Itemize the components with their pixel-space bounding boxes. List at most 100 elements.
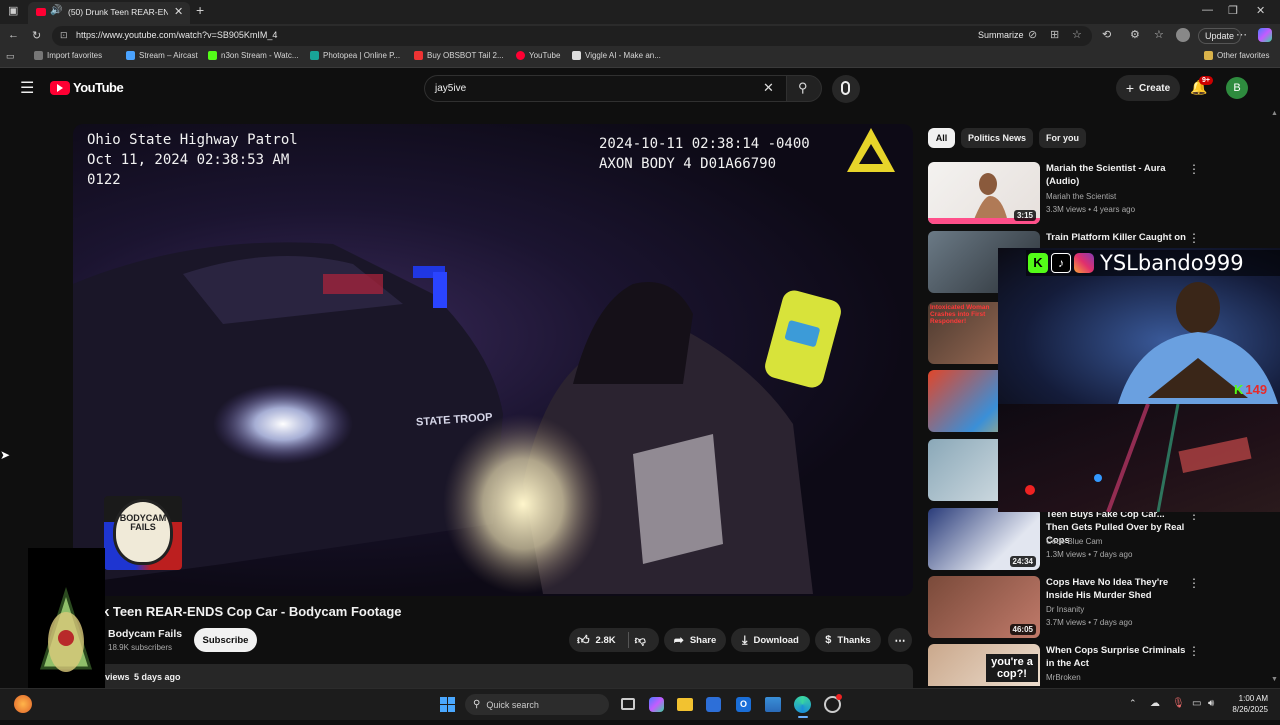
channel-name[interactable]: Bodycam Fails xyxy=(108,628,182,640)
file-explorer-icon[interactable] xyxy=(677,698,693,711)
new-tab-icon[interactable]: + xyxy=(196,2,204,18)
clock-time[interactable]: 1:00 AM xyxy=(1226,694,1268,703)
refresh-icon[interactable]: ↻ xyxy=(32,29,41,42)
taskbar-search-placeholder: Quick search xyxy=(486,699,539,710)
plus-icon: + xyxy=(1125,80,1135,96)
task-view-icon[interactable] xyxy=(621,698,635,710)
account-avatar[interactable]: B xyxy=(1226,77,1248,99)
edge-browser-icon[interactable] xyxy=(794,696,811,713)
more-options-icon[interactable]: ⋮ xyxy=(1188,644,1200,658)
recommended-video[interactable]: you're a cop?! When Cops Surprise Crimin… xyxy=(928,644,1264,686)
download-icon: ⤓ xyxy=(742,632,748,647)
clock-date[interactable]: 8/26/2025 xyxy=(1226,705,1268,714)
bookmark-import[interactable]: Import favorites xyxy=(34,51,102,60)
stream-overlay: K ♪ YSLbando999 K 149 xyxy=(998,248,1280,513)
recommended-video[interactable]: 3:15 Mariah the Scientist - Aura (Audio)… xyxy=(928,162,1264,224)
url-field[interactable]: ⊡ https://www.youtube.com/watch?v=SB905K… xyxy=(52,26,1092,46)
like-button[interactable]: 👍︎ 2.8K xyxy=(577,633,616,648)
taskbar-search[interactable]: ⚲ Quick search xyxy=(465,694,609,715)
close-tab-icon[interactable]: ✕ xyxy=(174,5,183,18)
thanks-button[interactable]: $ Thanks xyxy=(815,628,881,652)
youtube-logo[interactable]: YouTube xyxy=(50,80,124,95)
search-input[interactable]: jay5ive xyxy=(435,83,466,94)
copilot-app-icon[interactable] xyxy=(649,697,664,712)
search-button[interactable]: ⚲ xyxy=(786,75,822,102)
recommendation-channel[interactable]: Dr Insanity xyxy=(1046,605,1084,614)
bookmark-label: Photopea | Online P... xyxy=(323,51,401,60)
bookmark-photopea[interactable]: Photopea | Online P... xyxy=(310,51,400,60)
start-button[interactable] xyxy=(440,697,455,712)
chip-politics-news[interactable]: Politics News xyxy=(961,128,1033,148)
more-options-icon[interactable]: ⋮ xyxy=(1188,576,1200,590)
like-count: 2.8K xyxy=(595,634,616,646)
video-thumbnail[interactable]: 24:34 xyxy=(928,508,1040,570)
more-options-icon[interactable]: ⋮ xyxy=(1188,231,1200,245)
tray-overflow-icon[interactable]: ⌃ xyxy=(1129,698,1137,709)
hamburger-menu-icon[interactable]: ☰ xyxy=(20,78,34,98)
video-player[interactable]: Ohio State Highway Patrol Oct 11, 2024 0… xyxy=(73,124,913,596)
bookmark-youtube[interactable]: YouTube xyxy=(516,51,560,60)
recommendation-channel[interactable]: Code Blue Cam xyxy=(1046,537,1102,546)
thumbs-up-icon: 👍︎ xyxy=(577,632,590,647)
upload-age: 5 days ago xyxy=(134,672,181,682)
clear-search-icon[interactable]: ✕ xyxy=(763,80,774,96)
bookmark-n3on[interactable]: n3on Stream - Watc... xyxy=(208,51,299,60)
video-thumbnail[interactable]: you're a cop?! xyxy=(928,644,1040,686)
extensions-puzzle-icon[interactable]: ⚙ xyxy=(1130,28,1140,41)
osd-camera-timestamp: 2024-10-11 02:38:14 -0400 AXON BODY 4 D0… xyxy=(599,136,810,172)
network-icon[interactable]: ▭ xyxy=(1192,698,1201,709)
bookmark-viggle[interactable]: Viggle AI - Make an... xyxy=(572,51,661,60)
profile-avatar[interactable] xyxy=(1176,28,1190,42)
video-thumbnail[interactable]: 3:15 xyxy=(928,162,1040,224)
tab-actions-icon[interactable]: ▣ xyxy=(8,4,18,17)
microphone-tray-icon[interactable]: 🎙︎ xyxy=(1172,698,1185,709)
minimize-icon[interactable]: — xyxy=(1202,4,1213,16)
close-window-icon[interactable]: ✕ xyxy=(1256,4,1265,17)
video-thumbnail[interactable]: 46:05 xyxy=(928,576,1040,638)
dislike-button[interactable]: 👎︎ xyxy=(635,634,646,647)
recommended-video[interactable]: 46:05 Cops Have No Idea They're Inside H… xyxy=(928,576,1264,638)
bookmark-other-favorites[interactable]: Other favorites xyxy=(1204,51,1269,60)
chip-for-you[interactable]: For you xyxy=(1039,128,1086,148)
more-options-icon[interactable]: ⋮ xyxy=(1188,162,1200,176)
photos-icon[interactable] xyxy=(765,697,781,712)
site-info-icon[interactable]: ⊡ xyxy=(60,30,68,41)
translate-icon[interactable]: ⊘ xyxy=(1028,28,1037,41)
subscribe-button[interactable]: Subscribe xyxy=(194,628,257,652)
bookmark-aircast[interactable]: Stream – Aircast xyxy=(126,51,198,60)
summarize-button[interactable]: Summarize xyxy=(978,30,1024,40)
bookmark-obsbot[interactable]: Buy OBSBOT Tail 2... xyxy=(414,51,504,60)
download-button[interactable]: ⤓ Download xyxy=(731,628,810,652)
more-menu-icon[interactable]: ⋯ xyxy=(1236,28,1247,41)
browser-tab[interactable]: 🔊 (50) Drunk Teen REAR-ENDS ✕ xyxy=(28,2,190,24)
duration-badge: 46:05 xyxy=(1009,624,1036,635)
apps-icon[interactable]: ⊞ xyxy=(1050,28,1059,41)
scroll-up-icon[interactable]: ▲ xyxy=(1271,110,1278,117)
speaker-icon[interactable]: 🔊 xyxy=(50,5,62,16)
microsoft-store-icon[interactable] xyxy=(706,697,721,712)
outlook-icon[interactable]: O xyxy=(736,697,751,712)
sidebar-toggle-icon[interactable]: ▭ xyxy=(6,51,15,62)
copilot-icon[interactable] xyxy=(1258,28,1272,42)
create-button[interactable]: + Create xyxy=(1116,75,1180,101)
back-icon[interactable]: ← xyxy=(8,29,19,41)
weather-widget-icon[interactable] xyxy=(14,695,32,713)
onedrive-icon[interactable]: ☁ xyxy=(1150,698,1160,709)
recommended-video[interactable]: 24:34 Teen Buys Fake Cop Car... Then Get… xyxy=(928,508,1264,570)
chip-all[interactable]: All xyxy=(928,128,955,148)
maximize-icon[interactable]: ❐ xyxy=(1228,4,1238,17)
description-box[interactable]: views 5 days ago xyxy=(73,664,913,688)
extension-icon[interactable]: ⟲ xyxy=(1102,28,1111,41)
duration-badge: 3:15 xyxy=(1013,210,1036,221)
favorite-star-icon[interactable]: ☆ xyxy=(1072,28,1082,41)
favorites-icon[interactable]: ☆ xyxy=(1154,28,1164,41)
voice-search-button[interactable] xyxy=(832,75,860,103)
update-button[interactable]: Update xyxy=(1198,28,1242,44)
share-button[interactable]: ➦ Share xyxy=(664,628,726,652)
search-box[interactable]: jay5ive ✕ xyxy=(424,75,786,102)
volume-icon[interactable]: 🔊︎ xyxy=(1208,698,1214,709)
recommendation-channel[interactable]: MrBroken xyxy=(1046,673,1081,682)
more-actions-button[interactable]: ⋯ xyxy=(888,628,912,652)
scroll-down-icon[interactable]: ▼ xyxy=(1271,676,1278,683)
recommendation-channel[interactable]: Mariah the Scientist xyxy=(1046,192,1116,201)
